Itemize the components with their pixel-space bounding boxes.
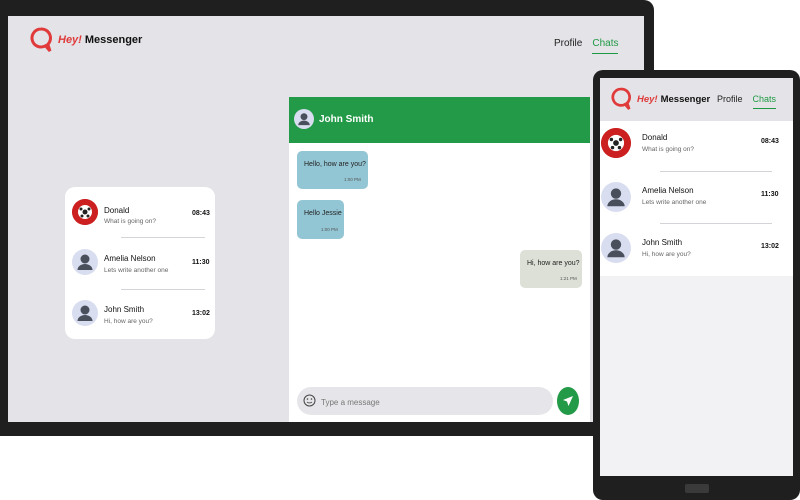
chat-preview: What is going on? xyxy=(104,218,157,225)
chat-time: 08:43 xyxy=(192,210,210,217)
chat-preview: Lets write another one xyxy=(104,267,169,274)
brand-name-text: Messenger xyxy=(660,93,711,105)
brand-hey-text: Hey! xyxy=(58,34,82,46)
conversation-panel: John Smith Hello, how are you? 1:00 PM H… xyxy=(289,97,590,422)
nav-profile-link[interactable]: Profile xyxy=(554,38,582,54)
chat-preview: Lets write another one xyxy=(642,199,707,206)
desktop-device-frame: Hey! Messenger Profile Chats Donald What… xyxy=(0,0,654,436)
list-divider xyxy=(660,223,772,224)
chat-name: Donald xyxy=(642,133,668,142)
list-divider xyxy=(660,171,772,172)
tablet-screen: Hey! Messenger Profile Chats Donald What… xyxy=(600,78,793,476)
nav-chats-link[interactable]: Chats xyxy=(592,38,619,54)
chat-preview: Hi, how are you? xyxy=(642,251,691,258)
message-time: 1:21 PM xyxy=(560,276,577,281)
person-avatar-icon xyxy=(601,233,631,263)
chat-name: Donald xyxy=(104,206,130,215)
desktop-nav: Profile Chats xyxy=(554,38,619,54)
person-avatar-icon xyxy=(72,249,98,275)
send-button[interactable] xyxy=(557,387,579,415)
message-bubble-incoming: Hello Jessie 1:00 PM xyxy=(297,200,344,239)
conversation-contact-name: John Smith xyxy=(319,114,374,125)
tablet-nav: Profile Chats xyxy=(717,94,777,109)
chat-preview: What is going on? xyxy=(642,146,695,153)
chat-bubble-logo-icon xyxy=(611,87,631,111)
person-avatar-icon xyxy=(601,182,631,212)
chat-list-item-john[interactable]: John Smith Hi, how are you? 13:02 xyxy=(600,225,793,275)
chat-list-item-amelia[interactable]: Amelia Nelson Lets write another one 11:… xyxy=(600,173,793,223)
desktop-bezel-bottom xyxy=(0,422,654,436)
chat-list: Donald What is going on? 08:43 Amelia Ne… xyxy=(65,187,215,339)
nav-chats-link[interactable]: Chats xyxy=(752,94,777,109)
chat-name: John Smith xyxy=(642,238,683,247)
chat-preview: Hi, how are you? xyxy=(104,318,153,325)
brand-name-text: Messenger xyxy=(84,34,143,46)
chat-time: 11:30 xyxy=(761,191,779,198)
tablet-chat-list: Donald What is going on? 08:43 Amelia Ne… xyxy=(600,121,793,276)
conversation-header: John Smith xyxy=(289,97,590,143)
desktop-screen: Hey! Messenger Profile Chats Donald What… xyxy=(8,16,644,422)
person-avatar-icon xyxy=(72,300,98,326)
chat-list-item-john[interactable]: John Smith Hi, how are you? 13:02 xyxy=(65,291,215,341)
message-composer xyxy=(297,387,553,415)
message-input[interactable] xyxy=(319,394,543,410)
chat-time: 13:02 xyxy=(192,310,210,317)
brand-logo[interactable]: Hey! Messenger xyxy=(30,27,142,53)
chat-name: Amelia Nelson xyxy=(104,254,156,263)
soccer-ball-avatar-icon xyxy=(72,199,98,225)
chat-name: Amelia Nelson xyxy=(642,186,694,195)
send-arrow-icon xyxy=(563,396,573,406)
soccer-ball-avatar-icon xyxy=(601,128,631,158)
tablet-home-button[interactable] xyxy=(685,484,709,493)
tablet-device-frame: Hey! Messenger Profile Chats Donald What… xyxy=(593,70,800,500)
message-time: 1:00 PM xyxy=(344,177,361,182)
chat-list-item-donald[interactable]: Donald What is going on? 08:43 xyxy=(65,187,215,237)
tablet-header: Hey! Messenger Profile Chats xyxy=(600,78,793,121)
message-text: Hi, how are you? xyxy=(527,260,580,267)
chat-name: John Smith xyxy=(104,305,145,314)
nav-profile-link[interactable]: Profile xyxy=(717,94,743,109)
chat-time: 13:02 xyxy=(761,243,779,250)
person-avatar-icon xyxy=(294,109,314,129)
chat-list-item-donald[interactable]: Donald What is going on? 08:43 xyxy=(600,121,793,171)
message-time: 1:00 PM xyxy=(321,227,338,232)
list-divider xyxy=(121,237,205,238)
list-divider xyxy=(121,289,205,290)
chat-bubble-logo-icon xyxy=(30,27,52,53)
emoji-icon[interactable] xyxy=(303,394,316,407)
chat-time: 11:30 xyxy=(192,259,210,266)
brand-hey-text: Hey! xyxy=(637,93,658,105)
message-bubble-outgoing: Hi, how are you? 1:21 PM xyxy=(520,250,582,288)
chat-list-item-amelia[interactable]: Amelia Nelson Lets write another one 11:… xyxy=(65,239,215,289)
message-bubble-incoming: Hello, how are you? 1:00 PM xyxy=(297,151,368,189)
brand-logo[interactable]: Hey! Messenger xyxy=(611,87,710,111)
message-text: Hello Jessie xyxy=(304,210,342,217)
message-text: Hello, how are you? xyxy=(304,161,366,168)
chat-time: 08:43 xyxy=(761,138,779,145)
